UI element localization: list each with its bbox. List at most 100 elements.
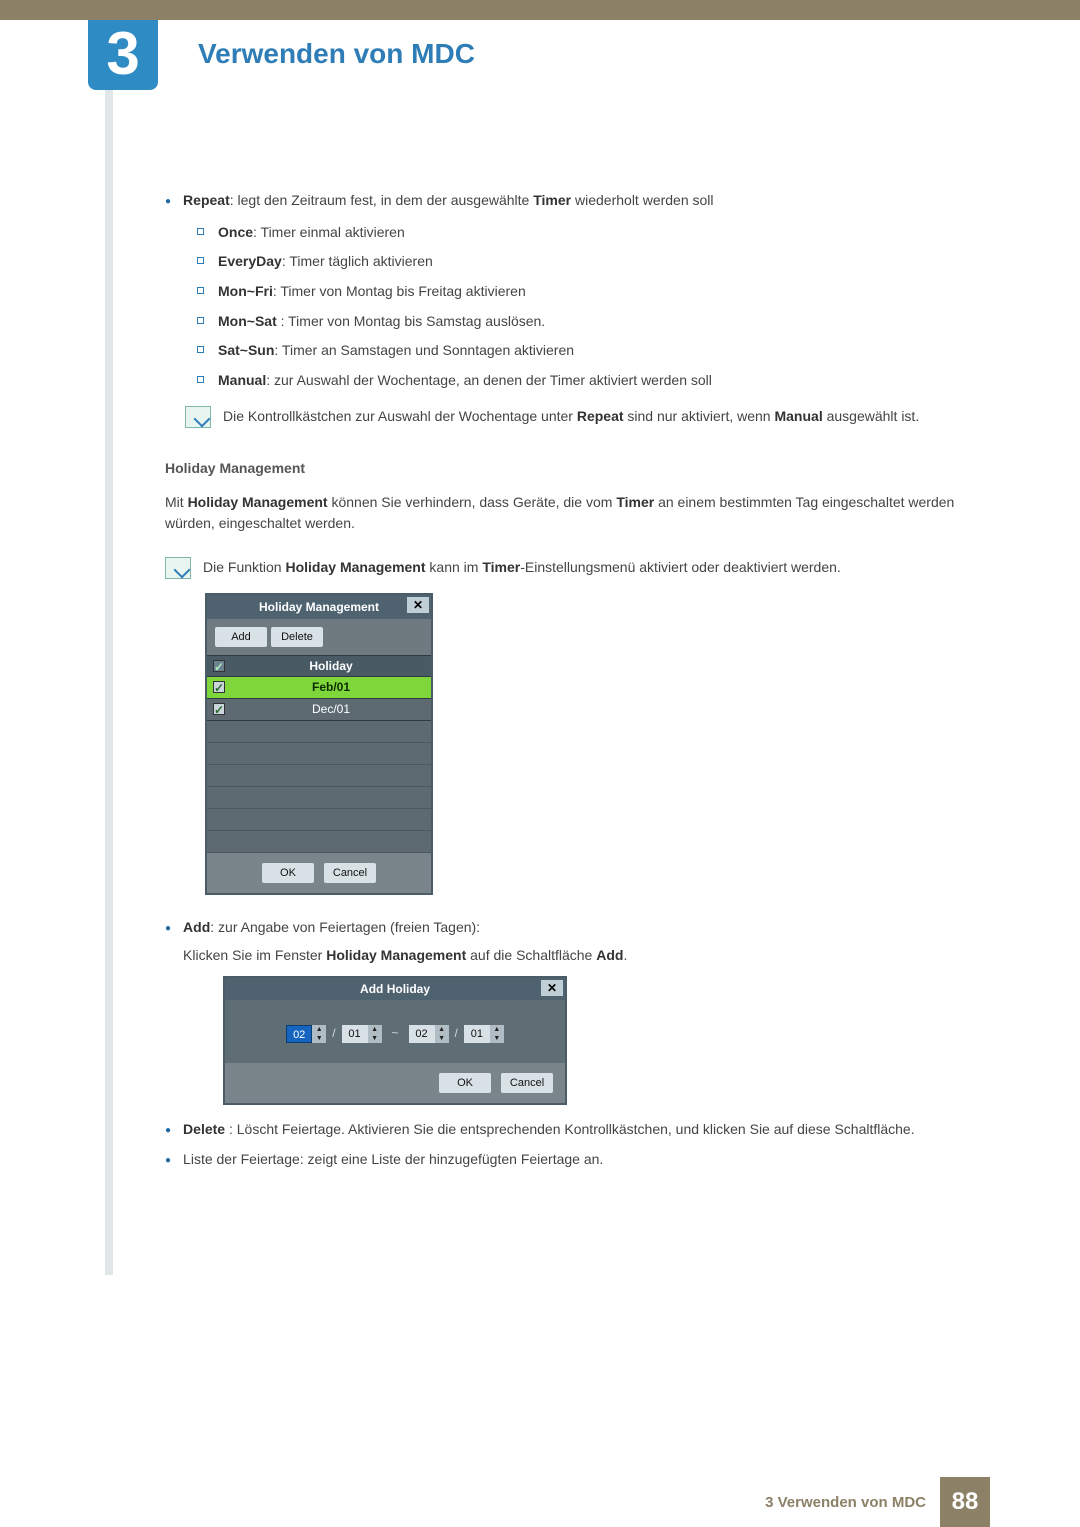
repeat-option: Mon~Fri: Timer von Montag bis Freitag ak…	[197, 281, 995, 303]
table-row[interactable]: Feb/01	[207, 677, 431, 699]
note-bold: Repeat	[577, 408, 624, 424]
spin-value[interactable]: 01	[342, 1025, 368, 1043]
repeat-options-list: Once: Timer einmal aktivieren EveryDay: …	[197, 222, 995, 392]
spin-up-icon[interactable]: ▲	[368, 1025, 382, 1034]
spin-down-icon[interactable]: ▼	[368, 1034, 382, 1043]
spin-value[interactable]: 02	[409, 1025, 435, 1043]
repeat-item: ● Repeat: legt den Zeitraum fest, in dem…	[165, 190, 995, 212]
opt-text: : Timer täglich aktivieren	[282, 253, 433, 269]
close-button[interactable]: ✕	[541, 980, 563, 996]
p-bold: Timer	[616, 494, 654, 510]
close-button[interactable]: ✕	[407, 597, 429, 613]
note-icon	[185, 406, 211, 428]
note-text: ausgewählt ist.	[823, 408, 920, 424]
repeat-option: EveryDay: Timer täglich aktivieren	[197, 251, 995, 273]
spin-down-icon[interactable]: ▼	[312, 1034, 326, 1043]
empty-row	[207, 721, 431, 743]
footer-text: 3 Verwenden von MDC	[765, 1494, 940, 1511]
spin-up-icon[interactable]: ▲	[435, 1025, 449, 1034]
note-holiday: Die Funktion Holiday Management kann im …	[165, 557, 995, 579]
add-text: : zur Angabe von Feiertagen (freien Tage…	[210, 919, 480, 935]
opt-label: Once	[218, 224, 253, 240]
holiday-management-dialog: Holiday Management ✕ Add Delete Holiday …	[205, 593, 433, 895]
note-bold: Manual	[774, 408, 822, 424]
page-number-badge: 88	[940, 1477, 990, 1527]
spin-down-icon[interactable]: ▼	[490, 1034, 504, 1043]
empty-row	[207, 831, 431, 853]
p-bold: Add	[596, 947, 623, 963]
page-content: ● Repeat: legt den Zeitraum fest, in dem…	[165, 190, 995, 1174]
delete-label: Delete	[183, 1121, 225, 1137]
repeat-option: Manual: zur Auswahl der Wochentage, an d…	[197, 370, 995, 392]
dialog-title: Holiday Management	[259, 598, 379, 617]
row-date: Dec/01	[231, 700, 431, 719]
note-text: sind nur aktiviert, wenn	[624, 408, 775, 424]
select-all-checkbox[interactable]	[213, 660, 225, 672]
spin-down-icon[interactable]: ▼	[435, 1034, 449, 1043]
chapter-title: Verwenden von MDC	[198, 38, 475, 70]
delete-desc: ● Delete : Löscht Feiertage. Aktivieren …	[165, 1119, 995, 1141]
to-day-stepper[interactable]: 01▲▼	[464, 1025, 504, 1043]
holiday-heading: Holiday Management	[165, 458, 995, 480]
table-body: Feb/01 Dec/01	[207, 677, 431, 853]
empty-row	[207, 809, 431, 831]
square-bullet-icon	[197, 257, 204, 264]
note-text: kann im	[426, 559, 483, 575]
note-repeat: Die Kontrollkästchen zur Auswahl der Woc…	[185, 406, 995, 428]
note-text: Die Funktion	[203, 559, 285, 575]
opt-text: : Timer von Montag bis Samstag auslösen.	[277, 313, 545, 329]
from-day-stepper[interactable]: 01▲▼	[342, 1025, 382, 1043]
dialog-toolbar: Add Delete	[207, 619, 431, 655]
empty-row	[207, 743, 431, 765]
table-header: Holiday	[207, 655, 431, 677]
opt-label: EveryDay	[218, 253, 282, 269]
ok-button[interactable]: OK	[439, 1073, 491, 1093]
dialog-footer: OK Cancel	[207, 853, 431, 893]
repeat-option: Once: Timer einmal aktivieren	[197, 222, 995, 244]
tilde-separator: ~	[392, 1024, 399, 1043]
p-bold: Holiday Management	[188, 494, 328, 510]
dialog-footer: OK Cancel	[225, 1063, 565, 1103]
p-text: Klicken Sie im Fenster	[183, 947, 326, 963]
bullet-icon: ●	[165, 194, 171, 216]
dialog-title-bar: Add Holiday ✕	[225, 978, 565, 1000]
bullet-icon: ●	[165, 921, 171, 1109]
table-row[interactable]: Dec/01	[207, 699, 431, 721]
row-checkbox[interactable]	[213, 703, 225, 715]
empty-row	[207, 765, 431, 787]
opt-text: : Timer an Samstagen und Sonntagen aktiv…	[274, 342, 574, 358]
list-desc: ● Liste der Feiertage: zeigt eine Liste …	[165, 1149, 995, 1171]
repeat-option: Sat~Sun: Timer an Samstagen und Sonntage…	[197, 340, 995, 362]
note-text: Die Kontrollkästchen zur Auswahl der Woc…	[223, 408, 577, 424]
square-bullet-icon	[197, 228, 204, 235]
add-holiday-dialog: Add Holiday ✕ 02▲▼ / 01▲▼ ~ 02▲▼ / 01▲▼ …	[223, 976, 567, 1105]
repeat-text: : legt den Zeitraum fest, in dem der aus…	[230, 192, 534, 208]
slash-separator: /	[332, 1024, 335, 1043]
bullet-icon: ●	[165, 1123, 171, 1145]
cancel-button[interactable]: Cancel	[501, 1073, 553, 1093]
p-text: .	[623, 947, 627, 963]
spin-up-icon[interactable]: ▲	[490, 1025, 504, 1034]
cancel-button[interactable]: Cancel	[324, 863, 376, 883]
delete-button[interactable]: Delete	[271, 627, 323, 647]
square-bullet-icon	[197, 317, 204, 324]
holiday-para: Mit Holiday Management können Sie verhin…	[165, 492, 995, 535]
p-text: auf die Schaltfläche	[466, 947, 596, 963]
add-button[interactable]: Add	[215, 627, 267, 647]
spin-value[interactable]: 02	[286, 1025, 312, 1043]
to-month-stepper[interactable]: 02▲▼	[409, 1025, 449, 1043]
from-month-stepper[interactable]: 02▲▼	[286, 1025, 326, 1043]
note-icon	[165, 557, 191, 579]
opt-text: : Timer von Montag bis Freitag aktiviere…	[273, 283, 526, 299]
dialog-title-bar: Holiday Management ✕	[207, 595, 431, 619]
add-desc: ● Add: zur Angabe von Feiertagen (freien…	[165, 917, 995, 1105]
row-checkbox[interactable]	[213, 681, 225, 693]
ok-button[interactable]: OK	[262, 863, 314, 883]
opt-label: Mon~Fri	[218, 283, 273, 299]
dialog-title: Add Holiday	[360, 980, 430, 999]
repeat-label: Repeat	[183, 192, 230, 208]
opt-label: Sat~Sun	[218, 342, 274, 358]
spin-value[interactable]: 01	[464, 1025, 490, 1043]
spin-up-icon[interactable]: ▲	[312, 1025, 326, 1034]
list-text: Liste der Feiertage: zeigt eine Liste de…	[183, 1149, 603, 1171]
